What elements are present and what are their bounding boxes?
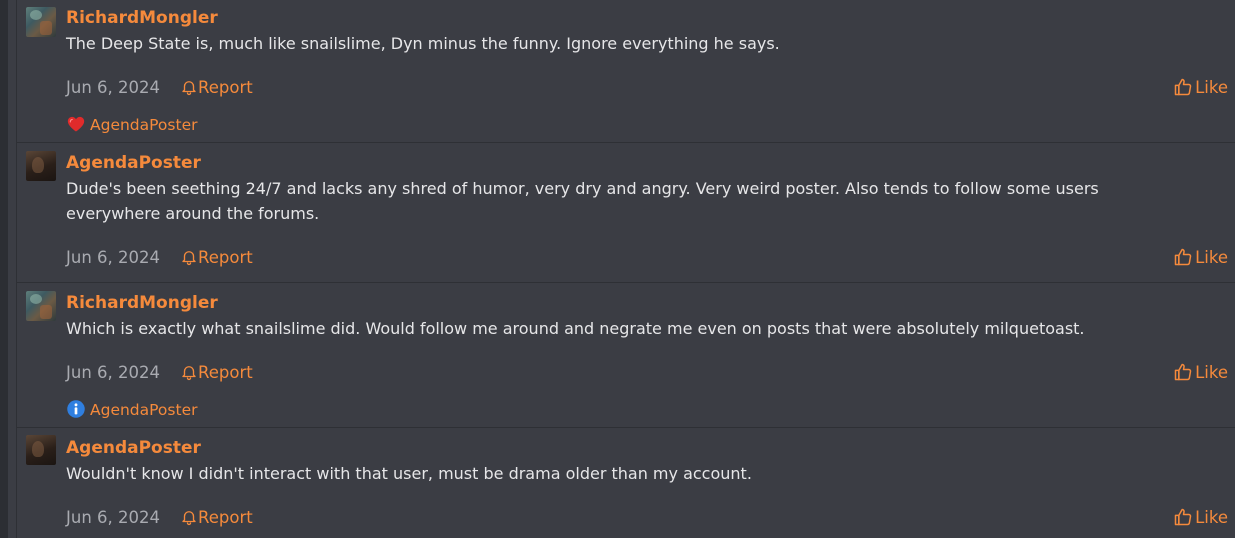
comment-thread: RichardMongler The Deep State is, much l… bbox=[17, 0, 1235, 538]
username[interactable]: AgendaPoster bbox=[66, 152, 201, 174]
bell-icon bbox=[182, 366, 196, 381]
post-date[interactable]: Jun 6, 2024 bbox=[66, 77, 160, 99]
post-date[interactable]: Jun 6, 2024 bbox=[66, 362, 160, 384]
reaction-user: AgendaPoster bbox=[90, 116, 198, 134]
report-label: Report bbox=[198, 248, 253, 267]
bell-icon bbox=[182, 511, 196, 526]
report-button[interactable]: Report bbox=[180, 77, 253, 99]
report-button[interactable]: Report bbox=[180, 247, 253, 269]
reaction-summary[interactable]: AgendaPoster bbox=[66, 399, 197, 420]
username[interactable]: RichardMongler bbox=[66, 7, 218, 29]
bell-icon bbox=[182, 81, 196, 96]
comment-post: RichardMongler Which is exactly what sna… bbox=[17, 283, 1235, 428]
comment-post: AgendaPoster Wouldn't know I didn't inte… bbox=[17, 428, 1235, 538]
report-label: Report bbox=[198, 363, 253, 382]
like-label: Like bbox=[1195, 78, 1228, 97]
comment-text: Dude's been seething 24/7 and lacks any … bbox=[66, 179, 1099, 223]
comment-post: RichardMongler The Deep State is, much l… bbox=[17, 0, 1235, 143]
report-button[interactable]: Report bbox=[180, 362, 253, 384]
thumbs-up-icon bbox=[1174, 248, 1192, 266]
bell-icon bbox=[182, 251, 196, 266]
avatar[interactable] bbox=[26, 435, 56, 465]
like-label: Like bbox=[1195, 248, 1228, 267]
comment-text: The Deep State is, much like snailslime,… bbox=[66, 34, 780, 53]
comment-text: Which is exactly what snailslime did. Wo… bbox=[66, 319, 1085, 338]
report-label: Report bbox=[198, 78, 253, 97]
thumbs-up-icon bbox=[1174, 508, 1192, 526]
post-date[interactable]: Jun 6, 2024 bbox=[66, 507, 160, 529]
reaction-user: AgendaPoster bbox=[90, 401, 198, 419]
report-button[interactable]: Report bbox=[180, 507, 253, 529]
comment-text: Wouldn't know I didn't interact with tha… bbox=[66, 464, 752, 483]
username[interactable]: RichardMongler bbox=[66, 292, 218, 314]
avatar[interactable] bbox=[26, 291, 56, 321]
like-button[interactable]: Like bbox=[1173, 77, 1228, 99]
left-rail bbox=[0, 0, 8, 538]
post-date[interactable]: Jun 6, 2024 bbox=[66, 247, 160, 269]
like-button[interactable]: Like bbox=[1173, 247, 1228, 269]
like-button[interactable]: Like bbox=[1173, 507, 1228, 529]
thumbs-up-icon bbox=[1174, 363, 1192, 381]
like-label: Like bbox=[1195, 508, 1228, 527]
avatar[interactable] bbox=[26, 7, 56, 37]
username[interactable]: AgendaPoster bbox=[66, 437, 201, 459]
reaction-summary[interactable]: AgendaPoster bbox=[66, 114, 197, 135]
heart-icon bbox=[67, 116, 85, 132]
report-label: Report bbox=[198, 508, 253, 527]
like-label: Like bbox=[1195, 363, 1228, 382]
avatar[interactable] bbox=[26, 151, 56, 181]
thumbs-up-icon bbox=[1174, 78, 1192, 96]
like-button[interactable]: Like bbox=[1173, 362, 1228, 384]
comment-post: AgendaPoster Dude's been seething 24/7 a… bbox=[17, 143, 1235, 283]
info-icon bbox=[67, 400, 85, 418]
